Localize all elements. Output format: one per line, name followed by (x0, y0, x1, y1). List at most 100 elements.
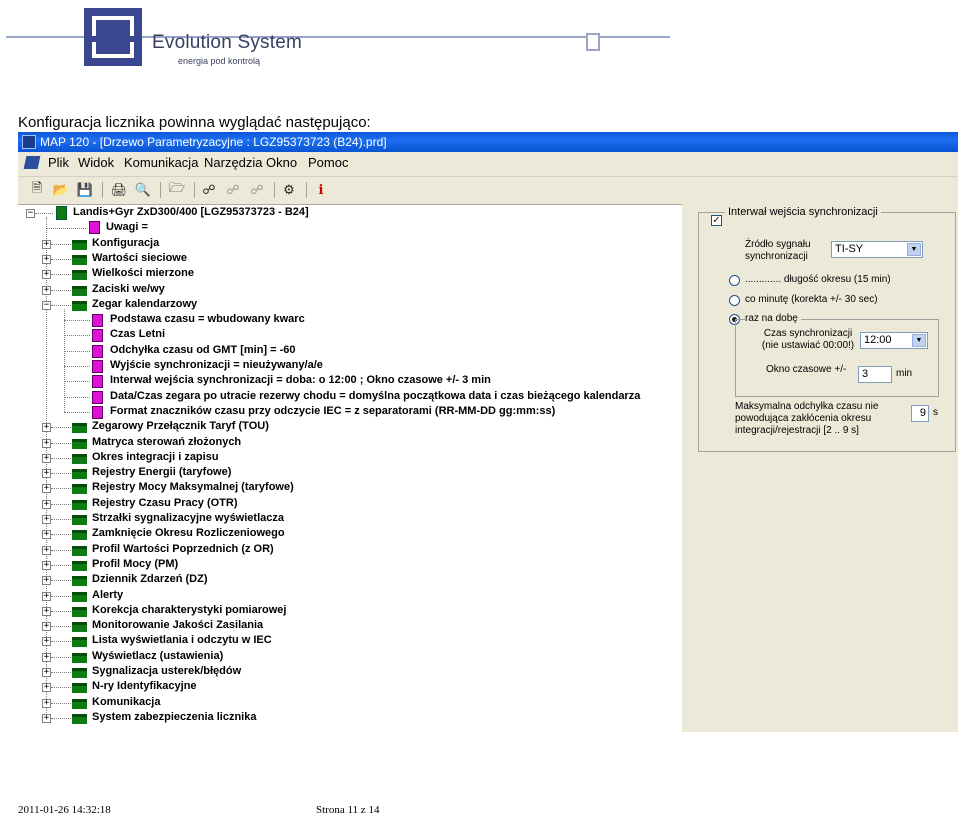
tree-folder-item[interactable]: Profil Wartości Poprzednich (z OR) (92, 543, 274, 558)
expand-icon[interactable]: + (42, 622, 51, 631)
tree-folder-item[interactable]: Lista wyświetlania i odczytu w IEC (92, 634, 272, 649)
tree-folder-item[interactable]: System zabezpieczenia licznika (92, 711, 256, 726)
tree-folder-item[interactable]: Zegarowy Przełącznik Taryf (TOU) (92, 420, 269, 435)
expand-icon[interactable]: + (42, 653, 51, 662)
folder-icon (72, 515, 87, 525)
tree-folder-item[interactable]: Matryca sterowań złożonych (92, 436, 241, 451)
window-input[interactable]: 3 (858, 366, 892, 383)
tree-folder-item[interactable]: Profil Mocy (PM) (92, 558, 178, 573)
document-menu-icon[interactable] (23, 156, 41, 169)
open-icon[interactable]: 📂 (52, 181, 70, 199)
tree-folder-item[interactable]: Wyświetlacz (ustawienia) (92, 650, 223, 665)
expand-icon[interactable]: + (42, 500, 51, 509)
logo-header: Evolution System energia pod kontrolą (0, 0, 672, 78)
print-preview-icon[interactable]: 🔍 (134, 181, 152, 199)
tree-folder-item[interactable]: Rejestry Mocy Maksymalnej (taryfowe) (92, 481, 294, 496)
note-icon (89, 221, 100, 234)
expand-icon[interactable]: + (42, 439, 51, 448)
tree-parameter-item[interactable]: Czas Letni (110, 328, 165, 343)
expand-icon[interactable]: + (42, 699, 51, 708)
parameter-tree[interactable]: − Landis+Gyr ZxD300/400 [LGZ95373723 - B… (18, 204, 682, 732)
menu-pomoc[interactable]: Pomoc (308, 155, 348, 170)
settings-icon[interactable]: ⚙ (280, 181, 298, 199)
tree-folder-item[interactable]: Alerty (92, 589, 123, 604)
sync-time-select[interactable]: 12:00 ▼ (860, 332, 928, 349)
tree-folder-item[interactable]: Wielkości mierzone (92, 267, 194, 282)
source-select[interactable]: TI-SY ▼ (831, 241, 923, 258)
radio-period[interactable] (729, 275, 740, 286)
logo-decoration (586, 33, 600, 51)
tree-root[interactable]: Landis+Gyr ZxD300/400 [LGZ95373723 - B24… (73, 206, 309, 221)
tree-folder-item[interactable]: Monitorowanie Jakości Zasilania (92, 619, 263, 634)
menu-plik[interactable]: Plik (48, 155, 69, 170)
tree-folder-item[interactable]: Konfiguracja (92, 237, 159, 252)
tree-folder-item[interactable]: Rejestry Czasu Pracy (OTR) (92, 497, 238, 512)
expand-icon[interactable]: + (42, 423, 51, 432)
expand-icon[interactable]: + (42, 270, 51, 279)
expand-icon[interactable]: + (42, 530, 51, 539)
read-icon[interactable]: ☍ (224, 181, 242, 199)
expand-icon[interactable]: + (42, 637, 51, 646)
tree-folder-item[interactable]: Sygnalizacja usterek/błędów (92, 665, 241, 680)
expand-icon[interactable]: + (42, 515, 51, 524)
folder-icon (72, 607, 87, 617)
tree-folder-item[interactable]: Zaciski we/wy (92, 283, 165, 298)
sync-interval-checkbox[interactable]: ✓ (711, 215, 722, 226)
tree-folder-item[interactable]: Strzałki sygnalizacyjne wyświetlacza (92, 512, 284, 527)
radio-minute[interactable] (729, 295, 740, 306)
print-icon[interactable]: 🖨 (110, 181, 128, 199)
parameter-icon (92, 329, 103, 342)
folder-open-icon (72, 301, 87, 311)
expand-icon[interactable]: + (42, 286, 51, 295)
folder-icon (72, 255, 87, 265)
menu-widok[interactable]: Widok (78, 155, 114, 170)
expand-icon[interactable]: + (42, 592, 51, 601)
expand-icon[interactable]: + (42, 469, 51, 478)
write-icon[interactable]: ☍ (248, 181, 266, 199)
expand-icon[interactable]: + (42, 576, 51, 585)
tree-folder-item[interactable]: Zamknięcie Okresu Rozliczeniowego (92, 527, 285, 542)
new-icon[interactable]: 🗎 (28, 180, 46, 199)
expand-icon[interactable]: + (42, 484, 51, 493)
menu-komunikacja[interactable]: Komunikacja (124, 155, 198, 170)
tree-folder-item[interactable]: Korekcja charakterystyki pomiarowej (92, 604, 286, 619)
max-dev-input[interactable]: 9 (911, 405, 929, 422)
expand-icon[interactable]: + (42, 714, 51, 723)
folder-up-icon[interactable]: 🗁 (168, 180, 186, 199)
tree-folder-item[interactable]: N-ry Identyfikacyjne (92, 680, 197, 695)
tree-folder-expanded[interactable]: Zegar kalendarzowy (92, 298, 197, 313)
chevron-down-icon[interactable]: ▼ (907, 243, 921, 256)
tree-item-uwagi[interactable]: Uwagi = (106, 221, 148, 236)
expand-icon[interactable]: + (42, 668, 51, 677)
expand-icon[interactable]: + (42, 240, 51, 249)
collapse-icon[interactable]: − (26, 209, 35, 218)
info-icon[interactable]: i (312, 181, 330, 199)
tree-parameter-item[interactable]: Podstawa czasu = wbudowany kwarc (110, 313, 305, 328)
tree-folder-item[interactable]: Dziennik Zdarzeń (DZ) (92, 573, 208, 588)
tree-parameter-item[interactable]: Interwał wejścia synchronizacji = doba: … (110, 374, 491, 389)
tree-folder-item[interactable]: Wartości sieciowe (92, 252, 187, 267)
save-icon[interactable]: 💾 (76, 181, 94, 199)
connect-icon[interactable]: ☍ (200, 181, 218, 199)
menu-okno[interactable]: Okno (266, 155, 297, 170)
expand-icon[interactable]: + (42, 454, 51, 463)
expand-icon[interactable]: + (42, 607, 51, 616)
sync-time-label: Czas synchronizacji (nie ustawiać 00:00!… (761, 328, 855, 351)
tree-parameter-item[interactable]: Data/Czas zegara po utracie rezerwy chod… (110, 390, 640, 405)
tree-parameter-item[interactable]: Format znaczników czasu przy odczycie IE… (110, 405, 555, 420)
tree-folder-item[interactable]: Rejestry Energii (taryfowe) (92, 466, 231, 481)
expand-icon[interactable]: + (42, 546, 51, 555)
chevron-down-icon[interactable]: ▼ (912, 334, 926, 347)
expand-icon[interactable]: + (42, 255, 51, 264)
tree-parameter-item[interactable]: Odchyłka czasu od GMT [min] = -60 (110, 344, 296, 359)
folder-icon (72, 240, 87, 250)
tree-folder-item[interactable]: Okres integracji i zapisu (92, 451, 219, 466)
menu-narzedzia[interactable]: Narzędzia (204, 155, 263, 170)
collapse-icon[interactable]: − (42, 301, 51, 310)
tree-folder-item[interactable]: Komunikacja (92, 696, 160, 711)
folder-icon (72, 622, 87, 632)
tree-parameter-item[interactable]: Wyjście synchronizacji = nieużywany/a/e (110, 359, 323, 374)
expand-icon[interactable]: + (42, 561, 51, 570)
expand-icon[interactable]: + (42, 683, 51, 692)
source-value: TI-SY (835, 243, 864, 255)
